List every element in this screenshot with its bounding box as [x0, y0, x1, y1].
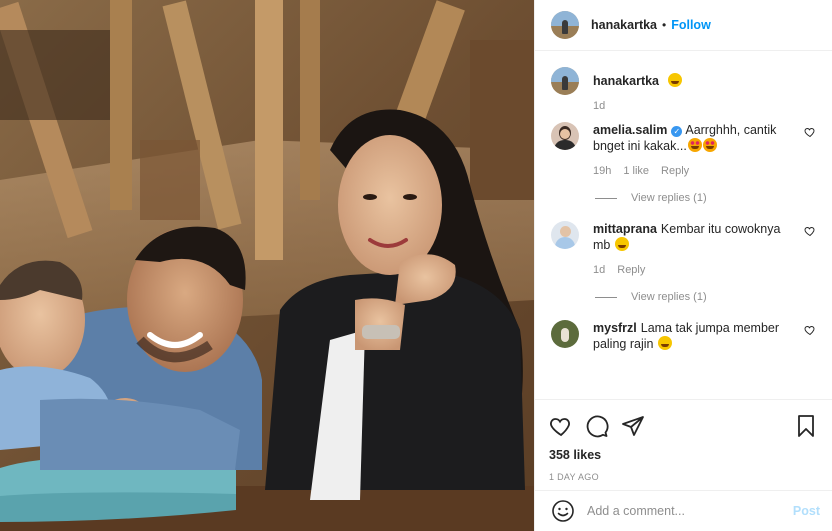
- like-comment-heart-icon[interactable]: [804, 126, 816, 138]
- post-photo[interactable]: [0, 0, 534, 531]
- view-replies-button[interactable]: View replies (1): [595, 291, 816, 303]
- heart-icon[interactable]: [549, 414, 573, 438]
- post-actions: 358 likes 1 DAY AGO Post: [535, 399, 832, 531]
- comment-username[interactable]: mysfrzl: [593, 321, 637, 335]
- action-icons-row: [549, 406, 818, 446]
- reply-button[interactable]: Reply: [661, 163, 689, 179]
- comment-time[interactable]: 19h: [593, 163, 611, 179]
- heart-eyes-emoji-icon: [687, 138, 702, 152]
- heart-eyes-emoji-icon: [702, 138, 717, 152]
- scream-emoji-icon: [657, 336, 672, 350]
- view-replies-button[interactable]: View replies (1): [595, 192, 816, 204]
- share-icon[interactable]: [621, 414, 645, 438]
- comment-item: mittaprana Kembar itu cowoknya mb 1d Repl…: [551, 221, 816, 278]
- author-username[interactable]: hanakartka: [591, 18, 657, 32]
- reply-button[interactable]: Reply: [617, 262, 645, 278]
- smile-emoji-icon: [667, 73, 682, 87]
- post-side-panel: hanakartka • Follow hanakartka 1d amelia…: [534, 0, 832, 531]
- replies-divider-line: [595, 197, 617, 199]
- commenter-avatar[interactable]: [551, 320, 579, 348]
- comment-likes[interactable]: 1 like: [623, 163, 649, 179]
- replies-divider-line: [595, 296, 617, 298]
- post-comment-button[interactable]: Post: [793, 504, 820, 518]
- laughing-emoji-icon: [614, 237, 629, 251]
- add-comment-bar: Post: [535, 490, 832, 531]
- comment-time[interactable]: 1d: [593, 262, 605, 278]
- post-timestamp[interactable]: 1 DAY AGO: [549, 472, 818, 482]
- like-comment-heart-icon[interactable]: [804, 324, 816, 336]
- likes-count[interactable]: 358 likes: [549, 448, 818, 462]
- comment-item: amelia.salim ✓ Aarrghhh, cantik bnget ini …: [551, 122, 816, 179]
- comments-list[interactable]: hanakartka 1d amelia.salim ✓ Aarrghhh, can…: [535, 51, 832, 399]
- caption: hanakartka 1d: [551, 67, 816, 120]
- comment-icon[interactable]: [585, 414, 609, 438]
- comment-item: mysfrzl Lama tak jumpa member paling raji…: [551, 320, 816, 352]
- add-comment-input[interactable]: [587, 504, 793, 518]
- comment-username[interactable]: amelia.salim: [593, 123, 667, 137]
- caption-username[interactable]: hanakartka: [593, 74, 659, 88]
- commenter-avatar[interactable]: [551, 122, 579, 150]
- view-replies-label[interactable]: View replies (1): [631, 291, 707, 303]
- like-comment-heart-icon[interactable]: [804, 225, 816, 237]
- commenter-avatar[interactable]: [551, 221, 579, 249]
- comment-username[interactable]: mittaprana: [593, 222, 657, 236]
- author-avatar[interactable]: [551, 67, 579, 95]
- post-photo-image: [0, 0, 534, 531]
- post-header: hanakartka • Follow: [535, 0, 832, 51]
- caption-time[interactable]: 1d: [593, 98, 605, 114]
- follow-button[interactable]: Follow: [671, 18, 711, 32]
- emoji-picker-icon[interactable]: [551, 499, 575, 523]
- author-avatar[interactable]: [551, 11, 579, 39]
- bookmark-icon[interactable]: [794, 414, 818, 438]
- verified-badge-icon: ✓: [671, 126, 683, 137]
- separator-dot: •: [662, 18, 667, 32]
- instagram-post-view: hanakartka • Follow hanakartka 1d amelia…: [0, 0, 832, 531]
- view-replies-label[interactable]: View replies (1): [631, 192, 707, 204]
